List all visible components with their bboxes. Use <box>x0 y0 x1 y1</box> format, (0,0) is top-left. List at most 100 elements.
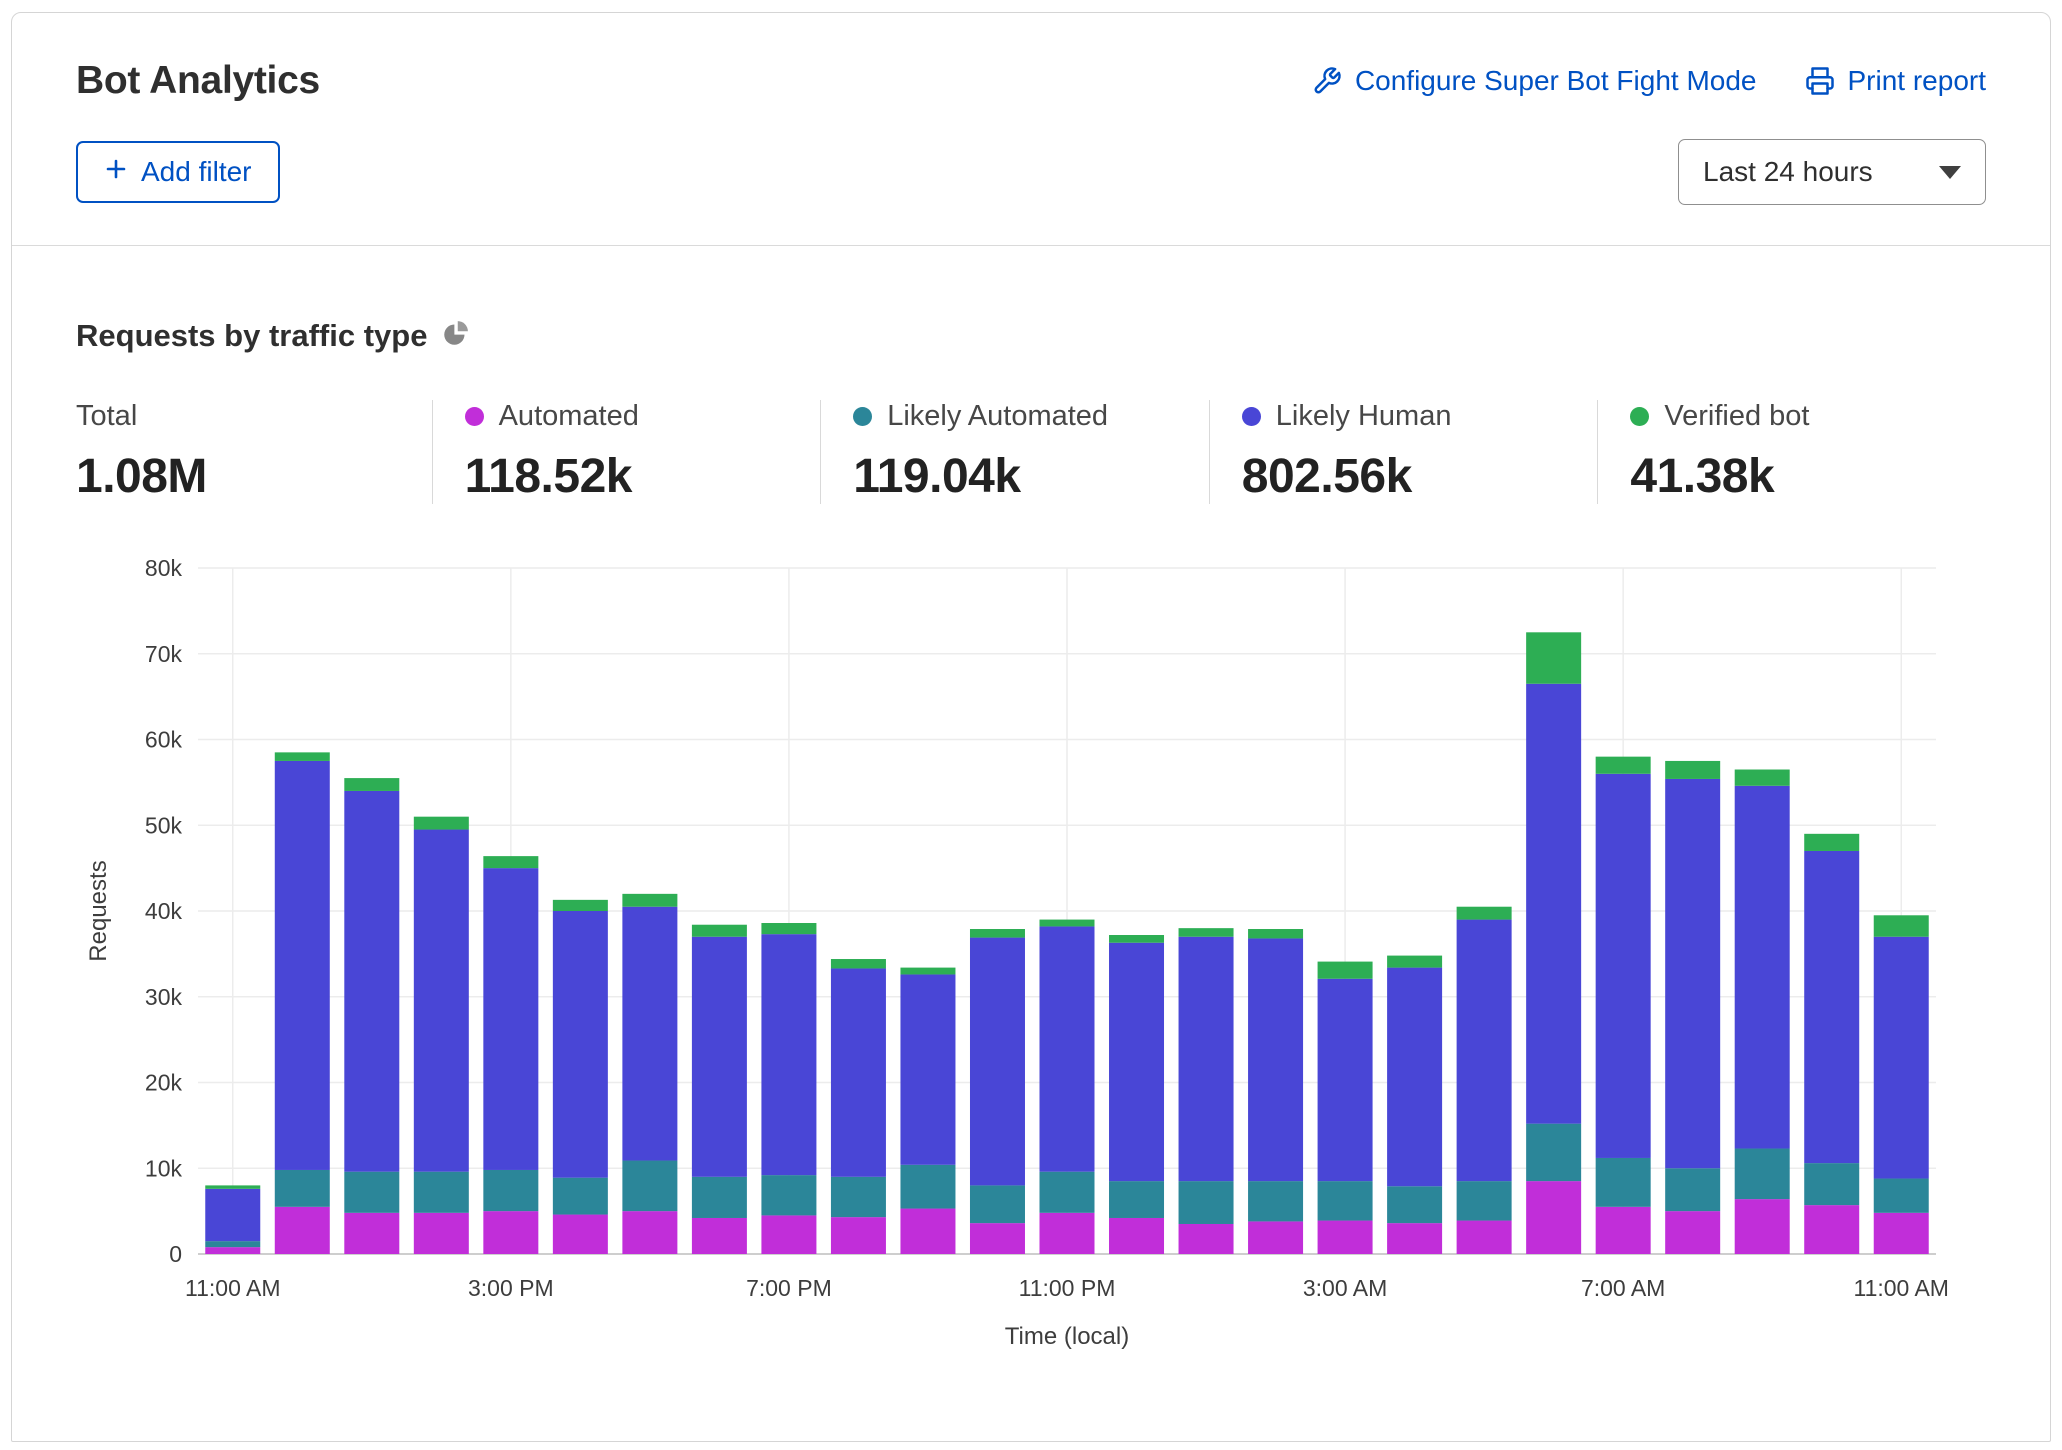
pie-chart-icon[interactable] <box>442 320 469 352</box>
bar-segment-verified-bot[interactable] <box>761 923 816 934</box>
bar-segment-likely-automated[interactable] <box>831 1177 886 1217</box>
bar-segment-likely-human[interactable] <box>692 937 747 1177</box>
bar-segment-automated[interactable] <box>1109 1218 1164 1254</box>
bar-segment-verified-bot[interactable] <box>1109 935 1164 943</box>
bar-segment-verified-bot[interactable] <box>1665 761 1720 779</box>
bar-segment-likely-human[interactable] <box>1596 774 1651 1158</box>
bar-segment-automated[interactable] <box>1179 1224 1234 1254</box>
bar-segment-likely-human[interactable] <box>1665 779 1720 1168</box>
bar-segment-likely-automated[interactable] <box>622 1161 677 1212</box>
bar-segment-likely-human[interactable] <box>1804 851 1859 1163</box>
bar-segment-likely-human[interactable] <box>1318 979 1373 1181</box>
bar-segment-automated[interactable] <box>1248 1221 1303 1254</box>
bar-segment-automated[interactable] <box>831 1217 886 1254</box>
bar-segment-likely-automated[interactable] <box>553 1178 608 1215</box>
bar-segment-likely-automated[interactable] <box>344 1172 399 1213</box>
bar-segment-likely-human[interactable] <box>414 830 469 1172</box>
bar-segment-verified-bot[interactable] <box>692 925 747 937</box>
bar-segment-automated[interactable] <box>1874 1213 1929 1254</box>
bar-segment-automated[interactable] <box>900 1209 955 1254</box>
bar-segment-automated[interactable] <box>1318 1221 1373 1254</box>
bar-segment-likely-automated[interactable] <box>1874 1179 1929 1213</box>
bar-segment-automated[interactable] <box>1387 1223 1442 1254</box>
bar-segment-likely-human[interactable] <box>622 907 677 1161</box>
bar-segment-automated[interactable] <box>622 1211 677 1254</box>
bar-segment-likely-automated[interactable] <box>205 1241 260 1247</box>
bar-segment-verified-bot[interactable] <box>344 778 399 791</box>
print-report-link[interactable]: Print report <box>1805 65 1987 97</box>
bar-segment-likely-human[interactable] <box>1179 937 1234 1181</box>
bar-segment-likely-human[interactable] <box>275 761 330 1170</box>
bar-segment-automated[interactable] <box>1735 1199 1790 1254</box>
add-filter-button[interactable]: Add filter <box>76 141 280 203</box>
bar-segment-likely-automated[interactable] <box>414 1172 469 1213</box>
bar-segment-likely-human[interactable] <box>1457 920 1512 1182</box>
bar-segment-likely-human[interactable] <box>553 911 608 1178</box>
configure-super-bot-fight-mode-link[interactable]: Configure Super Bot Fight Mode <box>1312 65 1757 97</box>
bar-segment-verified-bot[interactable] <box>1387 956 1442 968</box>
bar-segment-verified-bot[interactable] <box>1179 928 1234 937</box>
bar-segment-likely-automated[interactable] <box>1596 1158 1651 1207</box>
bar-segment-verified-bot[interactable] <box>1248 929 1303 938</box>
bar-segment-likely-human[interactable] <box>1874 937 1929 1179</box>
bar-segment-likely-human[interactable] <box>761 934 816 1175</box>
bar-segment-likely-automated[interactable] <box>900 1165 955 1209</box>
bar-segment-verified-bot[interactable] <box>275 752 330 761</box>
bar-segment-likely-automated[interactable] <box>1109 1181 1164 1218</box>
bar-segment-automated[interactable] <box>483 1211 538 1254</box>
bar-segment-automated[interactable] <box>553 1215 608 1254</box>
bar-segment-automated[interactable] <box>414 1213 469 1254</box>
bar-segment-likely-human[interactable] <box>970 938 1025 1186</box>
bar-segment-automated[interactable] <box>1596 1207 1651 1254</box>
bar-segment-likely-human[interactable] <box>1387 968 1442 1187</box>
bar-segment-likely-human[interactable] <box>205 1189 260 1241</box>
bar-segment-automated[interactable] <box>275 1207 330 1254</box>
bar-segment-likely-human[interactable] <box>831 968 886 1176</box>
bar-segment-likely-automated[interactable] <box>1040 1172 1095 1213</box>
bar-segment-verified-bot[interactable] <box>1874 915 1929 936</box>
bar-segment-likely-automated[interactable] <box>1248 1181 1303 1221</box>
bar-segment-likely-automated[interactable] <box>1318 1181 1373 1220</box>
bar-segment-likely-automated[interactable] <box>692 1177 747 1218</box>
bar-segment-verified-bot[interactable] <box>831 959 886 968</box>
bar-segment-likely-automated[interactable] <box>1665 1168 1720 1211</box>
bar-segment-verified-bot[interactable] <box>483 856 538 868</box>
bar-segment-verified-bot[interactable] <box>1526 632 1581 683</box>
bar-segment-verified-bot[interactable] <box>1457 907 1512 920</box>
bar-segment-likely-human[interactable] <box>1526 684 1581 1124</box>
bar-segment-automated[interactable] <box>1040 1213 1095 1254</box>
bar-segment-likely-human[interactable] <box>1040 926 1095 1171</box>
bar-segment-likely-automated[interactable] <box>1179 1181 1234 1224</box>
bar-segment-likely-human[interactable] <box>483 868 538 1170</box>
bar-segment-automated[interactable] <box>344 1213 399 1254</box>
bar-segment-automated[interactable] <box>692 1218 747 1254</box>
bar-segment-likely-automated[interactable] <box>1804 1163 1859 1205</box>
bar-segment-verified-bot[interactable] <box>1040 920 1095 927</box>
bar-segment-likely-human[interactable] <box>900 974 955 1164</box>
bar-segment-likely-automated[interactable] <box>275 1170 330 1207</box>
bar-segment-verified-bot[interactable] <box>414 817 469 830</box>
bar-segment-likely-automated[interactable] <box>970 1185 1025 1223</box>
bar-segment-automated[interactable] <box>1665 1211 1720 1254</box>
bar-segment-verified-bot[interactable] <box>970 929 1025 938</box>
bar-segment-automated[interactable] <box>970 1223 1025 1254</box>
bar-segment-verified-bot[interactable] <box>1318 962 1373 979</box>
bar-segment-likely-human[interactable] <box>1109 943 1164 1181</box>
bar-segment-verified-bot[interactable] <box>553 900 608 911</box>
bar-segment-likely-automated[interactable] <box>483 1170 538 1211</box>
bar-segment-likely-automated[interactable] <box>1457 1181 1512 1220</box>
bar-segment-likely-human[interactable] <box>1735 786 1790 1149</box>
bar-segment-verified-bot[interactable] <box>900 968 955 975</box>
bar-segment-verified-bot[interactable] <box>1596 757 1651 774</box>
bar-segment-automated[interactable] <box>1526 1181 1581 1254</box>
bar-segment-likely-automated[interactable] <box>1387 1186 1442 1223</box>
bar-segment-likely-automated[interactable] <box>1735 1149 1790 1200</box>
bar-segment-automated[interactable] <box>1804 1205 1859 1254</box>
bar-segment-automated[interactable] <box>1457 1221 1512 1254</box>
bar-segment-verified-bot[interactable] <box>622 894 677 907</box>
bar-segment-automated[interactable] <box>205 1247 260 1254</box>
bar-segment-likely-human[interactable] <box>1248 938 1303 1181</box>
bar-segment-automated[interactable] <box>761 1215 816 1254</box>
bar-segment-verified-bot[interactable] <box>205 1185 260 1188</box>
bar-segment-likely-human[interactable] <box>344 791 399 1172</box>
